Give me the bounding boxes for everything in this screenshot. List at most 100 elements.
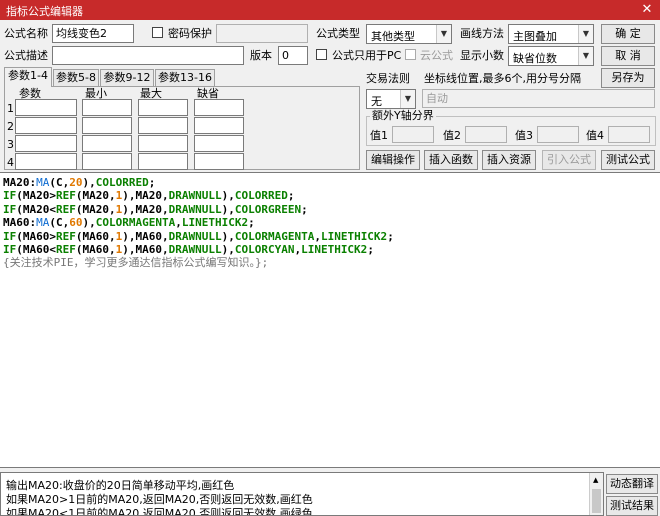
yaxis-label-3: 值3 (515, 129, 533, 142)
code-token: DRAWNULL (168, 189, 222, 203)
code-content[interactable]: MA20:MA(C,20),COLORRED; IF(MA20>REF(MA20,… (3, 176, 394, 270)
tab-params-5-8[interactable]: 参数5-8 (53, 69, 99, 87)
yaxis-input-1[interactable] (392, 126, 434, 143)
code-token: LINETHICK2 (301, 242, 368, 256)
insert-func-button[interactable]: 插入函数 (424, 150, 478, 170)
name-label: 公式名称 (4, 27, 48, 40)
code-editor[interactable]: MA20:MA(C,20),COLORRED; IF(MA20>REF(MA20,… (0, 172, 660, 468)
param-min-input[interactable] (82, 99, 132, 116)
yaxis-input-2[interactable] (465, 126, 507, 143)
code-token: C (56, 176, 63, 189)
draw-label: 画线方法 (460, 27, 504, 40)
ok-button[interactable]: 确 定 (601, 24, 655, 44)
password-label: 密码保护 (168, 27, 212, 40)
code-token: 20 (69, 176, 83, 189)
params-panel: 参数 最小 最大 缺省 1 2 3 4 (4, 86, 360, 170)
cloud-checkbox[interactable] (405, 49, 416, 60)
param-row-index: 2 (7, 120, 14, 133)
param-max-input[interactable] (138, 117, 188, 134)
code-token: ), (82, 216, 96, 230)
save-as-button[interactable]: 另存为 (601, 68, 655, 88)
password-input[interactable] (216, 24, 308, 43)
param-name-input[interactable] (15, 135, 77, 152)
code-token: (MA20< (16, 202, 56, 216)
dynamic-translate-button[interactable]: 动态翻译 (606, 474, 658, 494)
output-panel: 输出MA20:收盘价的20日简单移动平均,画红色 如果MA20>1日前的MA20… (0, 472, 604, 516)
param-min-input[interactable] (82, 153, 132, 170)
type-label: 公式类型 (316, 27, 360, 40)
code-line[interactable]: MA20:MA(C,20),COLORRED; (3, 176, 394, 189)
param-default-input[interactable] (194, 153, 244, 170)
param-max-input[interactable] (138, 99, 188, 116)
tab-params-9-12[interactable]: 参数9-12 (100, 69, 154, 87)
import-formula-button[interactable]: 引入公式 (542, 150, 596, 170)
insert-res-button[interactable]: 插入资源 (482, 150, 536, 170)
code-token: (MA20, (75, 189, 116, 203)
code-token: COLORRED (234, 189, 288, 203)
code-token: ; (367, 242, 374, 256)
code-line[interactable]: {关注技术PIE，学习更多通达信指标公式编写知识。}; (3, 256, 394, 269)
version-input[interactable]: 0 (278, 46, 308, 65)
param-name-input[interactable] (15, 99, 77, 116)
param-default-input[interactable] (194, 117, 244, 134)
title-bar: 指标公式编辑器 ✕ (0, 0, 660, 20)
code-token: (MA20> (16, 189, 56, 203)
tab-params-1-4[interactable]: 参数1-4 (4, 67, 52, 87)
password-checkbox[interactable] (152, 27, 163, 38)
test-formula-button[interactable]: 测试公式 (601, 150, 655, 170)
code-token: COLORMAGENTA (95, 216, 176, 230)
code-token: REF (56, 242, 76, 256)
output-scrollbar[interactable]: ▲ (589, 473, 603, 515)
code-line[interactable]: IF(MA20>REF(MA20,1),MA20,DRAWNULL),COLOR… (3, 189, 394, 202)
code-token: ; (248, 216, 255, 230)
code-token: LINETHICK2 (181, 216, 249, 230)
chevron-down-icon: ▼ (578, 25, 593, 43)
code-line[interactable]: IF(MA20<REF(MA20,1),MA20,DRAWNULL),COLOR… (3, 203, 394, 216)
type-select[interactable]: 其他类型 ▼ (366, 24, 452, 44)
code-token: ; (148, 176, 156, 189)
type-value: 其他类型 (371, 30, 415, 43)
decimals-select[interactable]: 缺省位数 ▼ (508, 46, 594, 66)
code-token: ),MA20, (122, 202, 169, 216)
chevron-down-icon: ▼ (436, 25, 451, 43)
close-icon[interactable]: ✕ (640, 2, 654, 17)
edit-ops-button[interactable]: 编辑操作 (366, 150, 420, 170)
yaxis-title: 额外Y轴分界 (370, 109, 436, 123)
code-token: REF (56, 202, 76, 216)
pc-only-checkbox[interactable] (316, 49, 327, 60)
param-min-input[interactable] (82, 135, 132, 152)
param-name-input[interactable] (15, 117, 77, 134)
yaxis-input-3[interactable] (537, 126, 579, 143)
param-max-input[interactable] (138, 135, 188, 152)
code-token: COLORCYAN (234, 242, 295, 256)
scroll-thumb[interactable] (592, 489, 601, 513)
param-default-input[interactable] (194, 99, 244, 116)
code-token: (MA20, (75, 202, 116, 216)
pc-only-label: 公式只用于PC (332, 49, 402, 62)
trade-select[interactable]: 无 ▼ (366, 89, 416, 109)
cancel-button[interactable]: 取 消 (601, 46, 655, 66)
code-token: COLORMAGENTA (234, 229, 315, 243)
param-default-input[interactable] (194, 135, 244, 152)
desc-input[interactable] (52, 46, 244, 65)
code-line[interactable]: IF(MA60<REF(MA60,1),MA60,DRAWNULL),COLOR… (3, 243, 394, 256)
tab-params-13-16[interactable]: 参数13-16 (155, 69, 215, 87)
scroll-up-icon[interactable]: ▲ (593, 476, 598, 484)
code-line[interactable]: MA60:MA(C,60),COLORMAGENTA,LINETHICK2; (3, 216, 394, 229)
param-name-input[interactable] (15, 153, 77, 170)
code-line[interactable]: IF(MA60>REF(MA60,1),MA60,DRAWNULL),COLOR… (3, 230, 394, 243)
test-result-button[interactable]: 测试结果 (606, 496, 658, 516)
param-max-input[interactable] (138, 153, 188, 170)
param-min-input[interactable] (82, 117, 132, 134)
code-token: ( (49, 216, 56, 230)
yaxis-input-4[interactable] (608, 126, 650, 143)
draw-value: 主图叠加 (513, 30, 557, 43)
draw-select[interactable]: 主图叠加 ▼ (508, 24, 594, 44)
coord-input[interactable]: 自动 (422, 89, 655, 108)
coord-label: 坐标线位置,最多6个,用分号分隔 (424, 72, 581, 85)
code-token: REF (56, 229, 76, 243)
window-title: 指标公式编辑器 (6, 5, 83, 18)
code-token: DRAWNULL (168, 229, 222, 243)
name-input[interactable]: 均线变色2 (52, 24, 134, 43)
code-token: MA60: (3, 216, 37, 230)
